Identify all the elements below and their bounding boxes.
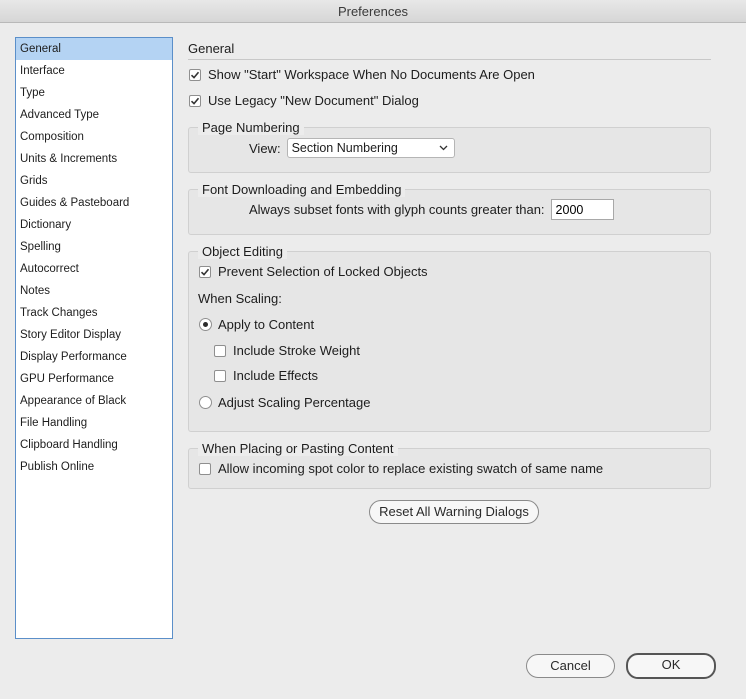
sidebar-item-appearance-of-black[interactable]: Appearance of Black [16, 390, 172, 412]
view-label: View: [249, 140, 281, 156]
prevent-selection-label: Prevent Selection of Locked Objects [218, 264, 428, 279]
allow-spot-color-checkbox[interactable] [199, 462, 211, 475]
include-stroke-weight-label: Include Stroke Weight [233, 343, 360, 358]
reset-warning-dialogs-button[interactable]: Reset All Warning Dialogs [369, 500, 539, 524]
sidebar-item-spelling[interactable]: Spelling [16, 236, 172, 258]
sidebar-item-units-increments[interactable]: Units & Increments [16, 148, 172, 170]
glyph-count-input[interactable] [550, 199, 614, 220]
use-legacy-dialog-option[interactable]: Use Legacy "New Document" Dialog [189, 93, 419, 108]
sidebar-item-composition[interactable]: Composition [16, 126, 172, 148]
title-divider [188, 59, 711, 60]
when-scaling-label: When Scaling: [198, 291, 282, 306]
sidebar-item-type[interactable]: Type [16, 82, 172, 104]
include-stroke-weight-option[interactable]: Include Stroke Weight [214, 343, 360, 358]
cancel-button[interactable]: Cancel [526, 654, 615, 678]
sidebar-item-guides-pasteboard[interactable]: Guides & Pasteboard [16, 192, 172, 214]
view-dropdown-value: Section Numbering [291, 141, 398, 155]
sidebar-item-story-editor-display[interactable]: Story Editor Display [16, 324, 172, 346]
title-bar: Preferences [0, 0, 746, 23]
subset-fonts-label: Always subset fonts with glyph counts gr… [249, 202, 545, 217]
sidebar-item-dictionary[interactable]: Dictionary [16, 214, 172, 236]
sidebar-item-gpu-performance[interactable]: GPU Performance [16, 368, 172, 390]
prevent-selection-option[interactable]: Prevent Selection of Locked Objects [199, 264, 428, 279]
prevent-selection-checkbox[interactable] [199, 265, 211, 278]
ok-button[interactable]: OK [626, 653, 716, 679]
adjust-scaling-option[interactable]: Adjust Scaling Percentage [199, 395, 370, 410]
window-title: Preferences [337, 4, 409, 19]
checkmark-icon [200, 268, 210, 276]
chevron-down-icon [439, 145, 448, 151]
sidebar-item-display-performance[interactable]: Display Performance [16, 346, 172, 368]
allow-spot-color-option[interactable]: Allow incoming spot color to replace exi… [199, 461, 603, 476]
view-row: View: Section Numbering [249, 138, 455, 158]
include-effects-checkbox[interactable] [214, 369, 226, 382]
apply-to-content-option[interactable]: Apply to Content [199, 317, 314, 332]
show-start-workspace-checkbox[interactable] [189, 68, 201, 81]
view-dropdown[interactable]: Section Numbering [286, 138, 455, 158]
sidebar-item-grids[interactable]: Grids [16, 170, 172, 192]
sidebar-item-file-handling[interactable]: File Handling [16, 412, 172, 434]
sidebar-item-track-changes[interactable]: Track Changes [16, 302, 172, 324]
preferences-sidebar: General Interface Type Advanced Type Composi… [15, 37, 173, 639]
page-title: General [188, 41, 235, 56]
placing-pasting-title: When Placing or Pasting Content [198, 441, 398, 456]
sidebar-item-advanced-type[interactable]: Advanced Type [16, 104, 172, 126]
font-downloading-title: Font Downloading and Embedding [198, 182, 406, 197]
show-start-workspace-option[interactable]: Show "Start" Workspace When No Documents… [189, 67, 535, 82]
apply-to-content-radio[interactable] [199, 318, 212, 331]
object-editing-title: Object Editing [198, 244, 287, 259]
use-legacy-dialog-label: Use Legacy "New Document" Dialog [208, 93, 419, 108]
allow-spot-color-label: Allow incoming spot color to replace exi… [218, 461, 604, 476]
sidebar-item-general[interactable]: General [16, 38, 172, 60]
use-legacy-dialog-checkbox[interactable] [189, 94, 201, 107]
subset-fonts-row: Always subset fonts with glyph counts gr… [249, 199, 614, 220]
sidebar-item-interface[interactable]: Interface [16, 60, 172, 82]
include-stroke-weight-checkbox[interactable] [214, 344, 226, 357]
sidebar-item-publish-online[interactable]: Publish Online [16, 456, 172, 478]
include-effects-label: Include Effects [233, 368, 319, 383]
page-numbering-title: Page Numbering [198, 120, 304, 135]
show-start-workspace-label: Show "Start" Workspace When No Documents… [208, 67, 535, 82]
radio-selected-dot [203, 322, 208, 327]
sidebar-item-clipboard-handling[interactable]: Clipboard Handling [16, 434, 172, 456]
sidebar-item-notes[interactable]: Notes [16, 280, 172, 302]
include-effects-option[interactable]: Include Effects [214, 368, 318, 383]
sidebar-item-autocorrect[interactable]: Autocorrect [16, 258, 172, 280]
checkmark-icon [190, 97, 200, 105]
adjust-scaling-radio[interactable] [199, 396, 212, 409]
checkmark-icon [190, 71, 200, 79]
apply-to-content-label: Apply to Content [218, 317, 315, 332]
adjust-scaling-label: Adjust Scaling Percentage [218, 395, 371, 410]
